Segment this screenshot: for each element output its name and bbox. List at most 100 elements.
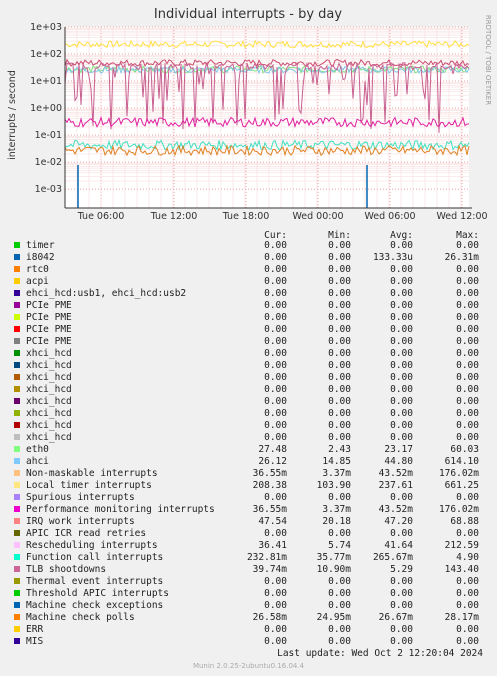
legend-swatch: [14, 614, 20, 620]
x-tick-label: Wed 06:00: [364, 211, 415, 222]
y-tick-label: 1e-01: [35, 130, 62, 141]
legend-max: 0.00: [456, 636, 479, 647]
legend-cur: 0.00: [264, 336, 287, 347]
legend-label: ERR: [26, 624, 44, 635]
legend-avg: 43.52m: [378, 504, 413, 515]
legend-swatch: [14, 266, 20, 272]
legend-swatch: [14, 626, 20, 632]
legend-avg: 237.61: [378, 480, 413, 491]
legend-avg: 0.00: [390, 384, 413, 395]
legend-swatch: [14, 242, 20, 248]
legend-swatch: [14, 386, 20, 392]
legend-cur: 0.00: [264, 264, 287, 275]
legend-avg: 265.67m: [372, 552, 413, 563]
legend-row: xhci_hcd 0.00 0.00 0.00 0.00: [0, 420, 497, 432]
legend-cur: 36.55m: [252, 468, 287, 479]
legend-label: eth0: [26, 444, 49, 455]
legend-max: 0.00: [456, 360, 479, 371]
legend-max: 0.00: [456, 300, 479, 311]
legend-row: PCIe PME 0.00 0.00 0.00 0.00: [0, 312, 497, 324]
legend-cur: 0.00: [264, 396, 287, 407]
legend-max: 176.02m: [438, 468, 479, 479]
legend-min: 0.00: [328, 600, 351, 611]
legend-label: xhci_hcd: [26, 432, 72, 443]
legend-min: 0.00: [328, 264, 351, 275]
legend-row: PCIe PME 0.00 0.00 0.00 0.00: [0, 300, 497, 312]
legend-cur: 47.54: [258, 516, 287, 527]
legend-swatch: [14, 350, 20, 356]
legend-row: Function call interrupts 232.81m 35.77m 265…: [0, 552, 497, 564]
legend-label: TLB shootdowns: [26, 564, 107, 575]
legend-row: xhci_hcd 0.00 0.00 0.00 0.00: [0, 432, 497, 444]
legend-min: 0.00: [328, 348, 351, 359]
legend-row: xhci_hcd 0.00 0.00 0.00 0.00: [0, 360, 497, 372]
legend-avg: 133.33u: [372, 252, 413, 263]
legend-row: Spurious interrupts 0.00 0.00 0.00 0.00: [0, 492, 497, 504]
legend-cur: 0.00: [264, 348, 287, 359]
legend-avg: 5.29: [390, 564, 413, 575]
legend-row: Local timer interrupts 208.38 103.90 237.61…: [0, 480, 497, 492]
legend-label: APIC ICR read retries: [26, 528, 147, 539]
legend-label: ehci_hcd:usb1, ehci_hcd:usb2: [26, 288, 187, 299]
legend-swatch: [14, 290, 20, 296]
legend-row: APIC ICR read retries 0.00 0.00 0.00 0.00: [0, 528, 497, 540]
legend-swatch: [14, 374, 20, 380]
legend-row: Rescheduling interrupts 36.41 5.74 41.64 212…: [0, 540, 497, 552]
legend-label: Function call interrupts: [26, 552, 164, 563]
legend-min: 0.00: [328, 384, 351, 395]
legend-avg: 0.00: [390, 576, 413, 587]
legend-min: 0.00: [328, 576, 351, 587]
legend-max: 0.00: [456, 348, 479, 359]
legend-label: xhci_hcd: [26, 360, 72, 371]
legend-max: 28.17m: [444, 612, 479, 623]
legend-cur: 26.58m: [252, 612, 287, 623]
legend-row: timer 0.00 0.00 0.00 0.00: [0, 240, 497, 252]
legend-max: 68.88: [450, 516, 479, 527]
legend-min: 35.77m: [316, 552, 351, 563]
legend-row: MIS 0.00 0.00 0.00 0.00: [0, 636, 497, 648]
legend-row: Non-maskable interrupts 36.55m 3.37m 43.52m…: [0, 468, 497, 480]
legend-swatch: [14, 638, 20, 644]
legend-max: 60.03: [450, 444, 479, 455]
legend-swatch: [14, 326, 20, 332]
legend-row: xhci_hcd 0.00 0.00 0.00 0.00: [0, 396, 497, 408]
legend-avg: 47.20: [384, 516, 413, 527]
legend-avg: 41.64: [384, 540, 413, 551]
legend-cur: 0.00: [264, 588, 287, 599]
legend-row: xhci_hcd 0.00 0.00 0.00 0.00: [0, 348, 497, 360]
munin-version: Munin 2.0.25-2ubuntu0.16.04.4: [192, 662, 305, 670]
legend-swatch: [14, 302, 20, 308]
legend-min: 0.00: [328, 360, 351, 371]
last-update: Last update: Wed Oct 2 12:20:04 2024: [277, 648, 483, 659]
legend-label: xhci_hcd: [26, 408, 72, 419]
legend-max: 0.00: [456, 624, 479, 635]
legend-row: Threshold APIC interrupts 0.00 0.00 0.00 0.0…: [0, 588, 497, 600]
legend-min: 24.95m: [316, 612, 351, 623]
legend-label: Rescheduling interrupts: [26, 540, 158, 551]
legend-cur: 0.00: [264, 288, 287, 299]
legend-max: 0.00: [456, 264, 479, 275]
legend-cur: 0.00: [264, 600, 287, 611]
legend-min: 0.00: [328, 528, 351, 539]
legend-cur: 0.00: [264, 276, 287, 287]
legend-swatch: [14, 278, 20, 284]
legend-avg: 0.00: [390, 636, 413, 647]
legend-max: 0.00: [456, 288, 479, 299]
legend-swatch: [14, 602, 20, 608]
legend-max: 26.31m: [444, 252, 479, 263]
legend-min: 0.00: [328, 636, 351, 647]
legend-min: 0.00: [328, 372, 351, 383]
legend-cur: 0.00: [264, 252, 287, 263]
legend-row: Performance monitoring interrupts 36.55m 3…: [0, 504, 497, 516]
legend-max: 143.40: [444, 564, 479, 575]
legend-cur: 0.00: [264, 624, 287, 635]
legend-swatch: [14, 314, 20, 320]
header-avg: Avg:: [390, 230, 413, 241]
legend-max: 0.00: [456, 408, 479, 419]
legend-swatch: [14, 590, 20, 596]
legend-row: ehci_hcd:usb1, ehci_hcd:usb2 0.00 0.00 0.00…: [0, 288, 497, 300]
legend-avg: 0.00: [390, 396, 413, 407]
legend-cur: 39.74m: [252, 564, 287, 575]
legend-cur: 0.00: [264, 300, 287, 311]
x-tick-label: Tue 12:00: [150, 211, 198, 222]
